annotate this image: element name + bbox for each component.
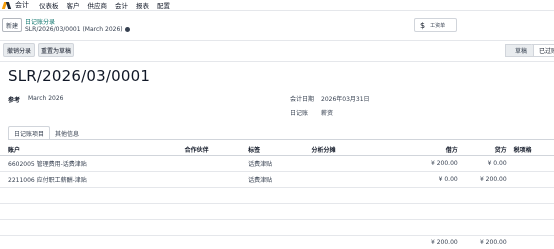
journal-label: 日记账 [290, 110, 309, 117]
col-tax-grids[interactable]: 税项格 [508, 145, 554, 156]
journal-items-table: 账户 合作伙伴 标签 分析分摊 借方 贷方 税项格 6602005 管理费用-话… [0, 145, 554, 249]
menu-dashboard[interactable]: 仪表板 [39, 0, 59, 10]
breadcrumb-parent[interactable]: 日记账分录 [25, 17, 55, 26]
form-sheet: SLR/2026/03/0001 参考 March 2026 会计日期 2026… [0, 61, 554, 249]
top-navbar: 会计 仪表板 客户 供应商 会计 报表 配置 [0, 0, 554, 11]
app-name[interactable]: 会计 [15, 0, 29, 10]
payslip-label: 工资单 [430, 22, 446, 29]
cell-analytic [309, 171, 381, 188]
ref-label: 参考 [8, 97, 21, 104]
cell-credit: ¥ 0.00 [459, 155, 509, 172]
tab-journal-items[interactable]: 日记账项目 [8, 126, 51, 140]
cell-credit: ¥ 200.00 [459, 171, 509, 188]
journal-value[interactable]: 薪资 [321, 108, 333, 117]
status-posted[interactable]: 已过账 [533, 44, 554, 57]
ref-value[interactable]: March 2026 [28, 95, 63, 102]
empty-row [0, 187, 554, 204]
tab-divider [8, 139, 554, 140]
new-button[interactable]: 新建 [2, 18, 22, 32]
breadcrumb-current: SLR/2026/03/0001 (March 2026) [25, 26, 130, 33]
menu-accounting[interactable]: 会计 [115, 0, 128, 10]
accounting-date-value[interactable]: 2026年03月31日 [321, 94, 370, 103]
app-logo-icon[interactable] [1, 1, 12, 10]
cell-label: 话费津贴 [246, 155, 310, 172]
record-title: SLR/2026/03/0001 [8, 67, 151, 85]
cell-label: 话费津贴 [246, 171, 310, 188]
action-bar: 撤销分录 重置为草稿 草稿 已过账 [0, 41, 554, 61]
notebook-tabs: 日记账项目 其他信息 [8, 126, 84, 140]
col-partner[interactable]: 合作伙伴 [182, 145, 247, 156]
cell-partner [182, 171, 247, 188]
cell-debit: ¥ 200.00 [380, 155, 460, 172]
reverse-entry-button[interactable]: 撤销分录 [3, 43, 35, 57]
dollar-icon: $ [420, 20, 426, 30]
table-row[interactable]: 2211006 应付职工薪酬-津贴 话费津贴 ¥ 0.00 ¥ 200.00 [0, 171, 554, 188]
tab-other-info[interactable]: 其他信息 [50, 126, 84, 140]
col-analytic[interactable]: 分析分摊 [309, 145, 381, 156]
cell-account: 2211006 应付职工薪酬-津贴 [0, 171, 183, 188]
total-debit: ¥ 200.00 [431, 238, 458, 246]
payslip-smart-button[interactable]: $ 工资单 [414, 18, 457, 32]
col-credit[interactable]: 贷方 [459, 145, 509, 156]
breadcrumb-current-label: SLR/2026/03/0001 (March 2026) [25, 26, 123, 33]
cell-debit: ¥ 0.00 [380, 171, 460, 188]
menu-reporting[interactable]: 报表 [136, 0, 149, 10]
reset-to-draft-button[interactable]: 重置为草稿 [38, 43, 74, 57]
cell-account: 6602005 管理费用-话费津贴 [0, 155, 183, 172]
cell-analytic [309, 155, 381, 172]
table-row[interactable]: 6602005 管理费用-话费津贴 话费津贴 ¥ 200.00 ¥ 0.00 [0, 155, 554, 172]
total-credit: ¥ 200.00 [479, 238, 507, 246]
cell-tax [508, 171, 554, 188]
gear-icon[interactable] [124, 27, 130, 32]
menu-configuration[interactable]: 配置 [157, 0, 170, 10]
menu-vendors[interactable]: 供应商 [88, 0, 108, 10]
cell-tax [508, 155, 554, 172]
col-debit[interactable]: 借方 [380, 145, 460, 156]
control-panel: 新建 日记账分录 SLR/2026/03/0001 (March 2026) $… [0, 11, 554, 41]
menu-customers[interactable]: 客户 [67, 0, 80, 10]
empty-row [0, 203, 554, 220]
col-account[interactable]: 账户 [0, 145, 183, 156]
col-label[interactable]: 标签 [246, 145, 310, 156]
accounting-date-label: 会计日期 [290, 96, 315, 103]
cell-partner [182, 155, 247, 172]
empty-row [0, 219, 554, 236]
totals-row: ¥ 200.00 ¥ 200.00 [0, 235, 554, 249]
table-header-row: 账户 合作伙伴 标签 分析分摊 借方 贷方 税项格 [0, 145, 554, 156]
